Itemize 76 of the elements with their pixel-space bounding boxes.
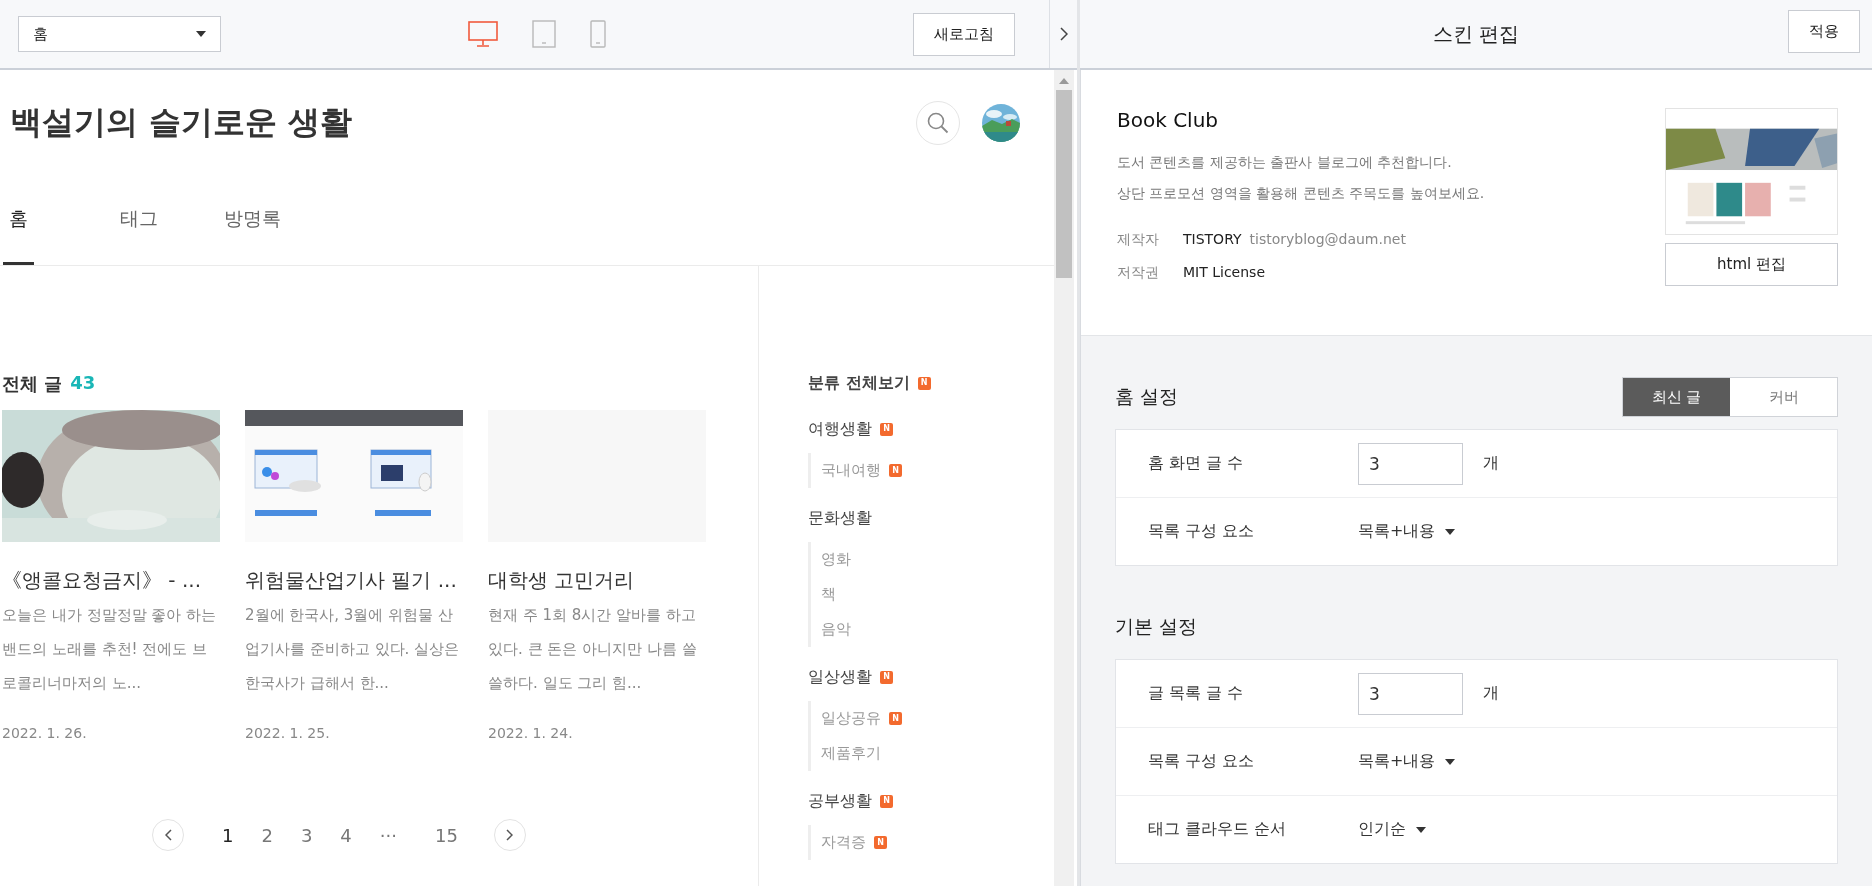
category-link[interactable]: 여행생활 — [808, 418, 872, 440]
dropdown[interactable]: 인기순 — [1358, 819, 1426, 840]
new-badge: N — [874, 836, 887, 849]
new-badge: N — [880, 422, 893, 436]
nav-tab[interactable]: 방명록 — [224, 206, 281, 265]
new-badge: N — [889, 712, 902, 725]
skin-description: 상단 프로모션 영역을 활용해 콘텐츠 주목도를 높여보세요. — [1117, 184, 1485, 203]
new-badge: N — [880, 670, 893, 684]
nav-tab[interactable]: 홈 — [3, 206, 34, 265]
post-excerpt: 오늘은 내가 정말정말 좋아 하는 밴드의 노래를 추천! 전에도 브로콜리너마저의 노... — [2, 605, 218, 694]
skin-name: Book Club — [1117, 108, 1220, 132]
meta-label: 저작권 — [1117, 263, 1160, 282]
page-link[interactable]: 15 — [435, 824, 458, 846]
page-link[interactable]: ··· — [379, 824, 397, 846]
scroll-up-icon — [1059, 78, 1069, 84]
caret-icon — [1416, 826, 1426, 833]
html-edit-button[interactable]: html 편집 — [1665, 243, 1838, 286]
section-title: 기본 설정 — [1115, 614, 1198, 639]
posts-heading: 전체 글 — [2, 372, 63, 396]
chevron-left-icon — [164, 829, 172, 841]
setting-label: 태그 클라우드 순서 — [1148, 819, 1288, 840]
tablet-icon[interactable] — [532, 20, 556, 48]
post-date: 2022. 1. 25. — [245, 725, 331, 741]
category-link[interactable]: 공부생활 — [808, 790, 872, 812]
new-badge: N — [917, 376, 931, 390]
setting-label: 목록 구성 요소 — [1148, 751, 1256, 772]
unit-label: 개 — [1483, 453, 1499, 474]
chevron-right-icon — [1059, 27, 1068, 41]
post-date: 2022. 1. 26. — [2, 725, 88, 741]
page-link[interactable]: 1 — [222, 824, 234, 846]
post-title[interactable]: 《앵콜요청금지》 - ... — [2, 567, 220, 594]
setting-label: 목록 구성 요소 — [1148, 521, 1256, 542]
category-link[interactable]: 분류 전체보기 — [808, 372, 910, 394]
search-icon — [927, 112, 949, 134]
category-link[interactable]: 일상생활 — [808, 666, 872, 688]
number-field[interactable]: 3 — [1358, 442, 1463, 485]
meta-email: tistoryblog@daum.net — [1249, 231, 1406, 247]
post-title[interactable]: 위험물산업기사 필기 ... — [245, 567, 463, 594]
desktop-icon[interactable] — [468, 21, 498, 47]
new-badge: N — [880, 794, 893, 808]
caret-icon — [1445, 758, 1456, 765]
refresh-button[interactable]: 새로고침 — [913, 12, 1015, 56]
post-title[interactable]: 대학생 고민거리 — [488, 567, 706, 594]
post-excerpt: 2월에 한국사, 3월에 위험물 산업기사를 준비하고 있다. 실상은 한국사가 급해서 한... — [245, 605, 461, 694]
mobile-icon[interactable] — [590, 20, 606, 48]
scrollbar-thumb[interactable] — [1056, 90, 1072, 278]
page-link[interactable]: 2 — [261, 824, 273, 846]
setting-label: 홈 화면 글 수 — [1148, 453, 1245, 474]
caret-icon — [196, 31, 206, 37]
post-date: 2022. 1. 24. — [488, 725, 574, 741]
meta-value: MIT License — [1183, 264, 1265, 280]
page-link[interactable]: 3 — [300, 824, 313, 846]
chevron-right-icon — [506, 829, 514, 841]
caret-icon — [1445, 528, 1456, 535]
setting-label: 글 목록 글 수 — [1148, 683, 1245, 704]
post-excerpt: 현재 주 1회 8시간 알바를 하고 있다. 큰 돈은 아니지만 나름 쓸쓸하다. 일도 그리 힘... — [488, 605, 698, 694]
page-link[interactable]: 4 — [340, 824, 352, 846]
blog-title: 백설기의 슬기로운 생활 — [10, 102, 353, 143]
nav-tab[interactable]: 태그 — [120, 206, 158, 265]
page-dropdown[interactable]: 홈 — [18, 16, 221, 52]
meta-label: 제작자 — [1117, 230, 1160, 249]
meta-value: TISTORY — [1183, 231, 1242, 247]
section-title: 홈 설정 — [1115, 384, 1179, 409]
segment-button[interactable]: 최신 글 — [1623, 378, 1730, 416]
segment-button[interactable]: 커버 — [1730, 378, 1837, 416]
category-link[interactable]: 문화생활 — [808, 507, 872, 529]
dropdown[interactable]: 목록+내용 — [1358, 751, 1456, 772]
scrollbar[interactable] — [1054, 70, 1074, 886]
new-badge: N — [889, 464, 902, 477]
apply-button[interactable]: 적용 — [1788, 10, 1860, 53]
number-field[interactable]: 3 — [1358, 672, 1463, 715]
skin-description: 도서 콘텐츠를 제공하는 출판사 블로그에 추천합니다. — [1117, 153, 1453, 172]
dropdown[interactable]: 목록+내용 — [1358, 521, 1456, 542]
panel-title: 스킨 편집 — [1432, 20, 1520, 48]
unit-label: 개 — [1483, 683, 1499, 704]
post-count: 43 — [70, 372, 96, 395]
